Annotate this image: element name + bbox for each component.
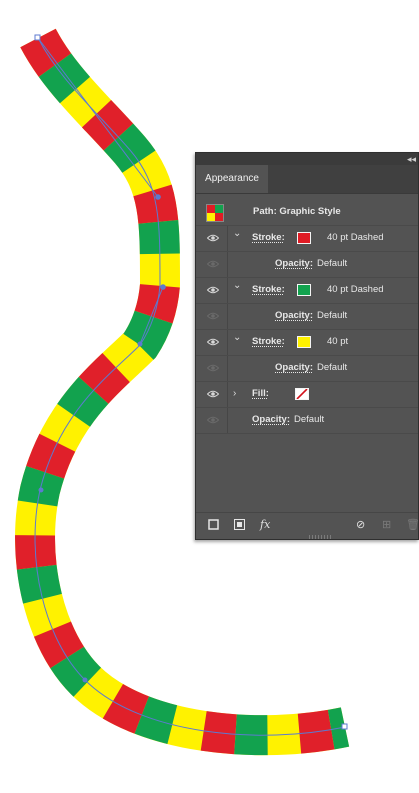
anchor-point[interactable] [341, 723, 348, 730]
add-new-stroke-icon[interactable] [208, 519, 219, 533]
opacity-label[interactable]: Opacity: [252, 414, 290, 425]
panel-resize-grip[interactable] [309, 535, 333, 539]
attribute-list: ⌄ Stroke: 40 pt Dashed Opacity: Default ⌄ Stro… [196, 226, 418, 434]
visibility-eye-icon[interactable] [207, 260, 219, 268]
row-divider [227, 356, 228, 381]
stroke-row[interactable]: ⌄ Stroke: 40 pt Dashed [196, 278, 418, 304]
opacity-label[interactable]: Opacity: [275, 310, 313, 321]
stroke-row[interactable]: ⌄ Stroke: 40 pt [196, 330, 418, 356]
tab-appearance[interactable]: Appearance [196, 165, 268, 193]
fill-row[interactable]: › Fill: [196, 382, 418, 408]
collapse-icon[interactable]: ◂◂ [407, 153, 416, 165]
graphic-style-header[interactable]: Path: Graphic Style [196, 200, 418, 226]
chevron-down-icon[interactable]: ⌄ [233, 331, 241, 345]
visibility-eye-icon[interactable] [207, 364, 219, 372]
visibility-eye-icon[interactable] [207, 234, 219, 242]
opacity-row[interactable]: Opacity: Default [196, 304, 418, 330]
graphic-style-title: Path: Graphic Style [253, 206, 341, 217]
stroke-label[interactable]: Stroke: [252, 232, 285, 243]
duplicate-item-icon[interactable]: ⊞ [382, 519, 391, 531]
stroke-weight-value[interactable]: 40 pt [327, 336, 348, 347]
clear-appearance-icon[interactable]: ⊘ [356, 519, 365, 531]
direction-handle[interactable] [155, 194, 161, 200]
anchor-point[interactable] [82, 677, 88, 683]
opacity-label[interactable]: Opacity: [275, 362, 313, 373]
row-divider [227, 278, 228, 303]
anchor-point[interactable] [137, 341, 143, 347]
stroke-weight-value[interactable]: 40 pt Dashed [327, 284, 384, 295]
visibility-eye-icon[interactable] [207, 416, 219, 424]
opacity-row[interactable]: Opacity: Default [196, 356, 418, 382]
chevron-right-icon[interactable]: › [233, 387, 236, 401]
fill-label[interactable]: Fill: [252, 388, 269, 399]
graphic-style-thumbnail-icon [206, 204, 224, 222]
row-divider [227, 226, 228, 251]
fill-color-swatch[interactable] [295, 388, 309, 400]
stroke-row[interactable]: ⌄ Stroke: 40 pt Dashed [196, 226, 418, 252]
visibility-eye-icon[interactable] [207, 312, 219, 320]
opacity-value: Default [317, 258, 348, 269]
panel-title-bar[interactable]: ◂◂ [196, 153, 418, 165]
fx-icon[interactable]: fx [260, 519, 270, 531]
panel-bottom-toolbar: fx ⊘ ⊞ 🗑 [196, 512, 419, 539]
row-divider [227, 304, 228, 329]
chevron-down-icon[interactable]: ⌄ [233, 279, 241, 293]
stroke-label[interactable]: Stroke: [252, 284, 285, 295]
opacity-row[interactable]: Opacity: Default [196, 252, 418, 278]
row-divider [227, 252, 228, 277]
stroke-color-swatch[interactable] [297, 232, 311, 244]
opacity-value: Default [317, 310, 348, 321]
chevron-down-icon[interactable]: ⌄ [233, 227, 241, 241]
opacity-value: Default [294, 414, 325, 425]
visibility-eye-icon[interactable] [207, 390, 219, 398]
row-divider [227, 330, 228, 355]
stroke-color-swatch[interactable] [297, 336, 311, 348]
anchor-point[interactable] [38, 487, 44, 493]
stroke-weight-value[interactable]: 40 pt Dashed [327, 232, 384, 243]
row-divider [227, 382, 228, 407]
visibility-eye-icon[interactable] [207, 338, 219, 346]
stroke-color-swatch[interactable] [297, 284, 311, 296]
opacity-label[interactable]: Opacity: [275, 258, 313, 269]
direction-handle[interactable] [160, 284, 166, 290]
appearance-panel: ◂◂ Appearance Path: Graphic Style ⌄ Strok… [195, 152, 419, 540]
row-divider [227, 408, 228, 433]
visibility-eye-icon[interactable] [207, 286, 219, 294]
stroke-label[interactable]: Stroke: [252, 336, 285, 347]
opacity-value: Default [317, 362, 348, 373]
appearance-rows: Path: Graphic Style ⌄ Stroke: 40 pt Dashed… [196, 200, 418, 434]
delete-item-icon[interactable]: 🗑 [406, 519, 419, 531]
add-new-fill-icon[interactable] [234, 519, 245, 533]
anchor-point[interactable] [34, 34, 41, 41]
opacity-row[interactable]: Opacity: Default [196, 408, 418, 434]
panel-tab-strip: Appearance [196, 165, 418, 194]
